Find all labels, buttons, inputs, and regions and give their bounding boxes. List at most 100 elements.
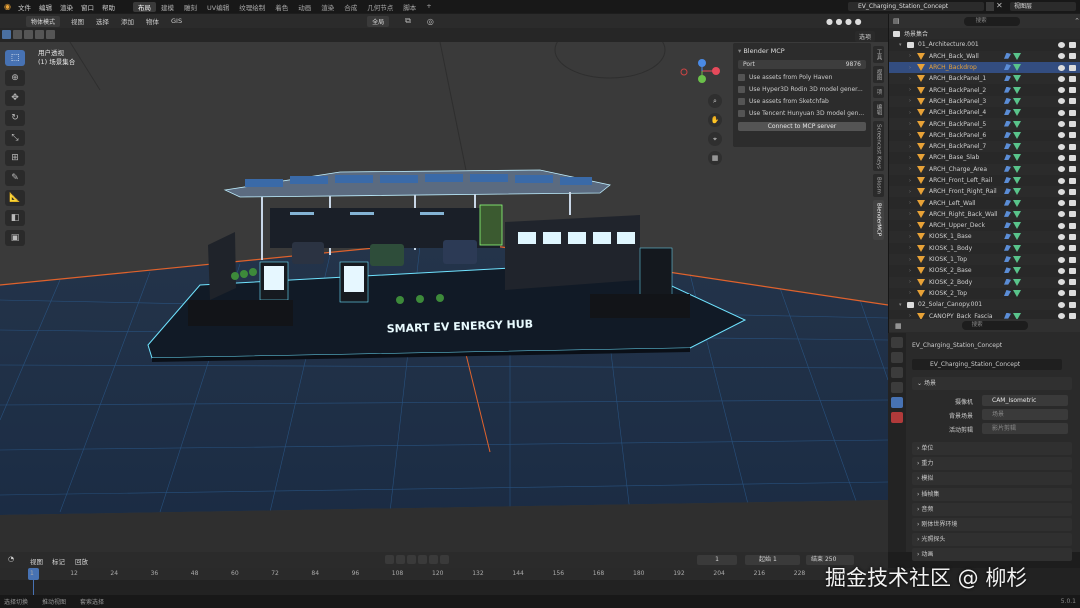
sidebar-tab[interactable]: BlenderMCP	[873, 200, 884, 240]
expand-arrow-icon[interactable]: ›	[909, 87, 917, 93]
wrench-modifier-icon[interactable]	[1004, 312, 1011, 319]
camera-field[interactable]: CAM_Isometric	[982, 395, 1068, 406]
eye-icon[interactable]	[1058, 154, 1065, 161]
mcp-option-checkbox[interactable]: Use Hyper3D Rodin 3D model gener...	[738, 86, 866, 93]
expand-arrow-icon[interactable]: ▾	[899, 302, 907, 308]
eye-icon[interactable]	[1058, 200, 1065, 207]
proportional-edit-icon[interactable]: ◎	[427, 17, 434, 26]
properties-editor-icon[interactable]: ▦	[895, 322, 902, 330]
timeline-editor-icon[interactable]: ◔	[8, 555, 14, 563]
workspace-tab[interactable]: 着色	[270, 2, 293, 12]
workspace-tab[interactable]: +	[421, 2, 436, 12]
camera-render-icon[interactable]	[1069, 121, 1076, 128]
wrench-modifier-icon[interactable]	[1004, 210, 1011, 217]
menu-view[interactable]: 视图	[66, 16, 89, 26]
eye-icon[interactable]	[1058, 109, 1065, 116]
camera-render-icon[interactable]	[1069, 256, 1076, 263]
camera-render-icon[interactable]	[1069, 132, 1076, 139]
wrench-modifier-icon[interactable]	[1004, 97, 1011, 104]
snap-icon[interactable]: ⧉	[405, 16, 411, 26]
wrench-modifier-icon[interactable]	[1004, 52, 1011, 59]
outliner-search-input[interactable]: 搜索	[963, 16, 1021, 26]
outliner-row[interactable]: › ARCH_BackPanel_3	[889, 95, 1080, 108]
mcp-option-checkbox[interactable]: Use assets from Poly Haven	[738, 74, 866, 81]
sidebar-tab[interactable]: 编辑	[873, 100, 884, 118]
properties-section[interactable]: › 刚体世界环境	[912, 518, 1072, 531]
playback-controls[interactable]	[385, 555, 451, 566]
camera-render-icon[interactable]	[1069, 188, 1076, 195]
filter-icon[interactable]: ⌃	[1074, 17, 1080, 25]
wrench-modifier-icon[interactable]	[1004, 75, 1011, 82]
workspace-tab[interactable]: 合成	[339, 2, 362, 12]
mesh-data-icon[interactable]	[1013, 222, 1021, 230]
camera-render-icon[interactable]	[1069, 233, 1076, 240]
expand-arrow-icon[interactable]: ›	[909, 268, 917, 274]
eye-icon[interactable]	[1058, 121, 1065, 128]
mesh-data-icon[interactable]	[1013, 120, 1021, 128]
expand-arrow-icon[interactable]: ›	[909, 245, 917, 251]
wrench-modifier-icon[interactable]	[1004, 64, 1011, 71]
outliner-row[interactable]: › KIOSK_2_Body	[889, 276, 1080, 288]
properties-section[interactable]: › 光照探头	[912, 533, 1072, 547]
rotate-tool-icon[interactable]: ↻	[5, 110, 25, 126]
transform-orientation-dropdown[interactable]: 全局	[367, 15, 390, 27]
wrench-modifier-icon[interactable]	[1004, 131, 1011, 138]
checkbox[interactable]	[738, 74, 745, 81]
timeline-menu-markers[interactable]: 标记	[52, 556, 65, 566]
menu-edit[interactable]: 编辑	[35, 2, 56, 12]
wrench-modifier-icon[interactable]	[1004, 143, 1011, 150]
eye-icon[interactable]	[1058, 301, 1065, 308]
outliner-row[interactable]: › ARCH_BackPanel_1	[889, 73, 1080, 85]
camera-render-icon[interactable]	[1069, 279, 1076, 286]
expand-arrow-icon[interactable]: ›	[909, 132, 917, 138]
menu-render[interactable]: 渲染	[56, 2, 77, 12]
output-tab-icon[interactable]	[891, 367, 903, 378]
prev-key-icon[interactable]	[396, 555, 405, 564]
outliner-row[interactable]: ▾ 02_Solar_Canopy.001	[889, 299, 1080, 311]
properties-section[interactable]: › 动画	[912, 548, 1072, 562]
wrench-modifier-icon[interactable]	[1004, 177, 1011, 183]
camera-render-icon[interactable]	[1069, 64, 1076, 71]
camera-render-icon[interactable]	[1069, 267, 1076, 274]
sidebar-tab[interactable]: 视图	[873, 66, 884, 83]
mode-dropdown[interactable]: 物体模式	[26, 15, 61, 27]
outliner-row[interactable]: › ARCH_Left_Wall	[889, 197, 1080, 208]
timeline-menu-playback[interactable]: 回放	[75, 556, 88, 566]
eye-icon[interactable]	[1058, 256, 1065, 263]
menu-window[interactable]: 窗口	[77, 2, 98, 12]
workspace-tab[interactable]: 纹理绘制	[234, 2, 270, 12]
eye-icon[interactable]	[1058, 64, 1065, 71]
expand-arrow-icon[interactable]: ›	[909, 121, 917, 127]
mesh-data-icon[interactable]	[1013, 109, 1021, 117]
eye-icon[interactable]	[1058, 211, 1065, 218]
properties-section[interactable]: › 音频	[912, 502, 1072, 516]
wrench-modifier-icon[interactable]	[1004, 267, 1011, 274]
sidebar-tab[interactable]: Blosm	[873, 174, 884, 198]
outliner-row[interactable]: › ARCH_Back_Wall	[889, 50, 1080, 62]
mesh-data-icon[interactable]	[1013, 86, 1021, 94]
checkbox[interactable]	[738, 86, 745, 93]
outliner-row[interactable]: › KIOSK_1_Body	[889, 243, 1080, 254]
select-intersect-icon[interactable]	[46, 30, 55, 39]
expand-arrow-icon[interactable]: ›	[909, 110, 917, 116]
properties-section[interactable]: › 单位	[912, 442, 1072, 455]
mesh-data-icon[interactable]	[1013, 75, 1021, 83]
expand-arrow-icon[interactable]: ›	[909, 211, 917, 217]
next-key-icon[interactable]	[429, 555, 438, 564]
wrench-modifier-icon[interactable]	[1004, 278, 1011, 285]
select-subtract-icon[interactable]	[24, 30, 33, 39]
section-scene[interactable]: ⌄ 场景	[912, 377, 1072, 390]
workspace-tab[interactable]: 动画	[293, 2, 316, 12]
outliner-row[interactable]: ▾ 01_Architecture.001	[889, 39, 1080, 50]
mesh-data-icon[interactable]	[1013, 233, 1021, 241]
camera-render-icon[interactable]	[1069, 222, 1076, 229]
workspace-tab[interactable]: 脚本	[398, 2, 421, 12]
mesh-data-icon[interactable]	[1013, 177, 1021, 184]
select-extend-icon[interactable]	[13, 30, 22, 39]
camera-render-icon[interactable]	[1069, 53, 1076, 60]
eye-icon[interactable]	[1058, 222, 1065, 229]
eye-icon[interactable]	[1058, 132, 1065, 139]
camera-render-icon[interactable]	[1069, 154, 1076, 161]
outliner-row[interactable]: › KIOSK_1_Base	[889, 231, 1080, 243]
eye-icon[interactable]	[1058, 75, 1065, 82]
